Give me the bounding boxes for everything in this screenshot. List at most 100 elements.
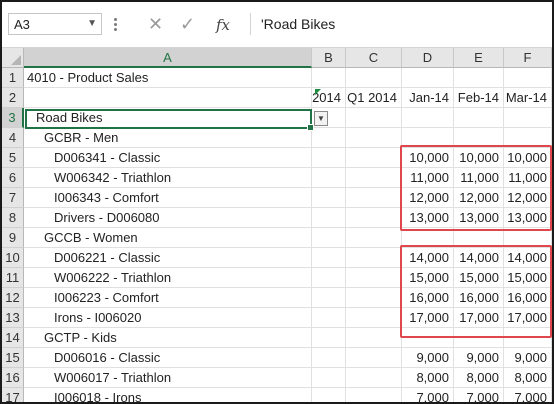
cell-d2[interactable]: Jan-14 [402, 88, 454, 108]
cell-c5[interactable] [346, 148, 402, 168]
cell-e12[interactable]: 16,000 [454, 288, 504, 308]
cell-e17[interactable]: 7,000 [454, 388, 504, 402]
cell-f6[interactable]: 11,000 [504, 168, 552, 188]
row-header[interactable]: 6 [2, 168, 24, 188]
row-header[interactable]: 9 [2, 228, 24, 248]
cell-b11[interactable] [312, 268, 346, 288]
column-header-b[interactable]: B [312, 48, 346, 68]
cell-a2[interactable] [24, 88, 312, 108]
cell-f15[interactable]: 9,000 [504, 348, 552, 368]
row-header[interactable]: 2 [2, 88, 24, 108]
column-header-f[interactable]: F [504, 48, 552, 68]
cell-b14[interactable] [312, 328, 346, 348]
row-header[interactable]: 10 [2, 248, 24, 268]
cell-b1[interactable] [312, 68, 346, 88]
cell-e11[interactable]: 15,000 [454, 268, 504, 288]
cell-e13[interactable]: 17,000 [454, 308, 504, 328]
cell-d10[interactable]: 14,000 [402, 248, 454, 268]
cell-d1[interactable] [402, 68, 454, 88]
cell-e4[interactable] [454, 128, 504, 148]
cell-a12[interactable]: I006223 - Comfort [24, 288, 312, 308]
cell-c4[interactable] [346, 128, 402, 148]
row-header[interactable]: 13 [2, 308, 24, 328]
drag-handle-icon[interactable] [113, 16, 118, 32]
cell-a13[interactable]: Irons - I006020 [24, 308, 312, 328]
cell-d15[interactable]: 9,000 [402, 348, 454, 368]
cell-b15[interactable] [312, 348, 346, 368]
cell-d3[interactable] [402, 108, 454, 128]
chevron-down-icon[interactable]: ▼ [87, 18, 97, 29]
row-header[interactable]: 11 [2, 268, 24, 288]
cell-e3[interactable] [454, 108, 504, 128]
cell-c1[interactable] [346, 68, 402, 88]
cell-d4[interactable] [402, 128, 454, 148]
cell-b10[interactable] [312, 248, 346, 268]
cell-c14[interactable] [346, 328, 402, 348]
column-header-c[interactable]: C [346, 48, 402, 68]
cell-c16[interactable] [346, 368, 402, 388]
name-box[interactable]: A3 ▼ [8, 13, 102, 35]
cell-e6[interactable]: 11,000 [454, 168, 504, 188]
cell-a4[interactable]: GCBR - Men [24, 128, 312, 148]
cell-b9[interactable] [312, 228, 346, 248]
cell-f5[interactable]: 10,000 [504, 148, 552, 168]
cell-a6[interactable]: W006342 - Triathlon [24, 168, 312, 188]
cell-c8[interactable] [346, 208, 402, 228]
cell-c6[interactable] [346, 168, 402, 188]
cell-e2[interactable]: Feb-14 [454, 88, 504, 108]
cell-a3[interactable]: Road Bikes [24, 108, 312, 128]
row-header[interactable]: 3 [2, 108, 24, 128]
cell-f12[interactable]: 16,000 [504, 288, 552, 308]
cell-f9[interactable] [504, 228, 552, 248]
cell-d13[interactable]: 17,000 [402, 308, 454, 328]
row-header[interactable]: 14 [2, 328, 24, 348]
cell-b6[interactable] [312, 168, 346, 188]
row-header[interactable]: 17 [2, 388, 24, 402]
cell-a5[interactable]: D006341 - Classic [24, 148, 312, 168]
cell-f8[interactable]: 13,000 [504, 208, 552, 228]
cell-a14[interactable]: GCTP - Kids [24, 328, 312, 348]
cell-e16[interactable]: 8,000 [454, 368, 504, 388]
cell-f3[interactable] [504, 108, 552, 128]
cell-b16[interactable] [312, 368, 346, 388]
cell-a8[interactable]: Drivers - D006080 [24, 208, 312, 228]
cell-f16[interactable]: 8,000 [504, 368, 552, 388]
cell-b17[interactable] [312, 388, 346, 402]
column-header-a[interactable]: A [24, 48, 312, 68]
row-header[interactable]: 4 [2, 128, 24, 148]
cell-e10[interactable]: 14,000 [454, 248, 504, 268]
cell-a7[interactable]: I006343 - Comfort [24, 188, 312, 208]
cell-a16[interactable]: W006017 - Triathlon [24, 368, 312, 388]
cell-f7[interactable]: 12,000 [504, 188, 552, 208]
cell-e14[interactable] [454, 328, 504, 348]
cell-d6[interactable]: 11,000 [402, 168, 454, 188]
cell-f11[interactable]: 15,000 [504, 268, 552, 288]
formula-input[interactable]: 'Road Bikes [250, 13, 551, 35]
column-header-d[interactable]: D [402, 48, 454, 68]
cell-d5[interactable]: 10,000 [402, 148, 454, 168]
cell-d9[interactable] [402, 228, 454, 248]
enter-icon[interactable]: ✓ [180, 14, 195, 35]
fx-icon[interactable]: fx [216, 16, 230, 34]
cell-c2[interactable]: Q1 2014 [346, 88, 402, 108]
cell-f2[interactable]: Mar-14 [504, 88, 552, 108]
cell-c9[interactable] [346, 228, 402, 248]
cell-b13[interactable] [312, 308, 346, 328]
cell-e1[interactable] [454, 68, 504, 88]
cancel-icon[interactable]: ✕ [148, 14, 163, 35]
cell-c15[interactable] [346, 348, 402, 368]
cell-e15[interactable]: 9,000 [454, 348, 504, 368]
cell-f10[interactable]: 14,000 [504, 248, 552, 268]
row-header[interactable]: 5 [2, 148, 24, 168]
cell-c12[interactable] [346, 288, 402, 308]
cell-e8[interactable]: 13,000 [454, 208, 504, 228]
cell-f17[interactable]: 7,000 [504, 388, 552, 402]
select-all-button[interactable] [2, 48, 24, 68]
cell-a9[interactable]: GCCB - Women [24, 228, 312, 248]
cell-a17[interactable]: I006018 - Irons [24, 388, 312, 402]
cell-f13[interactable]: 17,000 [504, 308, 552, 328]
cell-c10[interactable] [346, 248, 402, 268]
cell-f4[interactable] [504, 128, 552, 148]
cell-c13[interactable] [346, 308, 402, 328]
row-header[interactable]: 8 [2, 208, 24, 228]
